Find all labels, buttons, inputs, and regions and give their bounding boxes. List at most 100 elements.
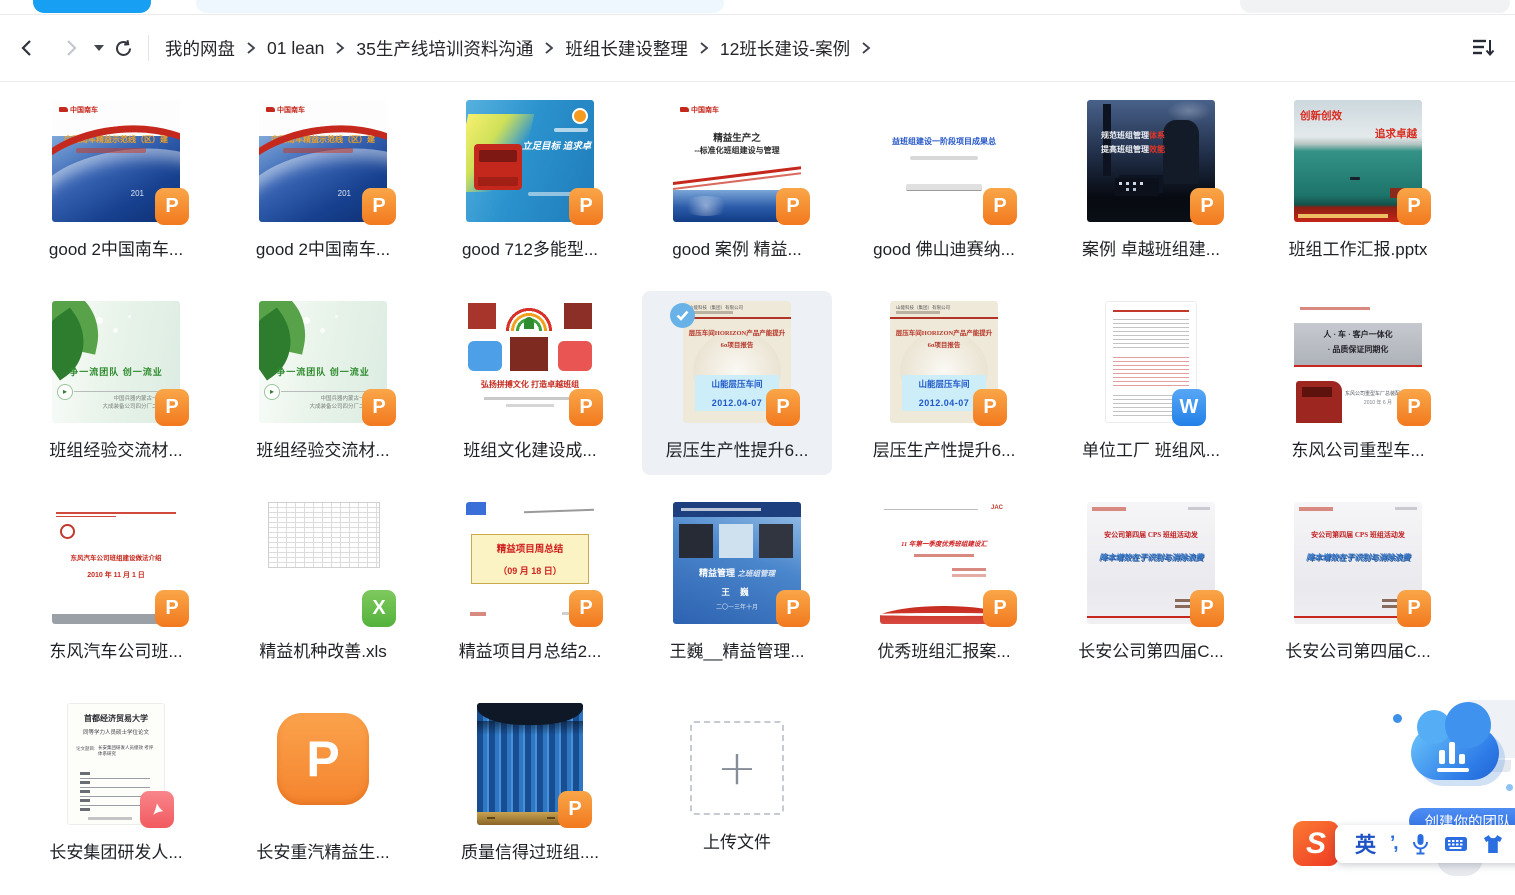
file-name: 班组经验交流材...	[21, 436, 211, 461]
ppt-badge: P	[362, 389, 396, 426]
back-button[interactable]	[14, 33, 40, 63]
breadcrumb-team-building[interactable]: 班组长建设整理	[565, 36, 688, 61]
file-thumbnail: P	[477, 703, 583, 825]
chevron-right-icon	[246, 41, 256, 55]
sort-icon	[1470, 37, 1495, 59]
file-tile[interactable]: 人 · 车 · 客户一体化 · 品质保证同期化 东风公司重型车厂总装配二线 20…	[1263, 291, 1453, 475]
file-thumbnail: 人 · 车 · 客户一体化 · 品质保证同期化 东风公司重型车厂总装配二线 20…	[1294, 301, 1422, 423]
file-name: 王巍__精益管理...	[642, 637, 832, 662]
file-tile[interactable]: 精益项目周总结 （09 月 18 日） P 精益项目月总结2...	[435, 492, 625, 676]
file-tile[interactable]: 弘扬拼搏文化 打造卓越班组 P 班组文化建设成...	[435, 291, 625, 475]
file-thumbnail: 山能科技（集团）有限公司 层压车间HORIZON产品产能提升 6σ项目报告 山能…	[683, 301, 791, 423]
upload-tile[interactable]: + 上传文件	[642, 693, 832, 877]
team-promo-widget[interactable]: 创建你的团队	[1385, 698, 1515, 838]
spreadsheet-thumbnail	[268, 502, 380, 568]
file-tile[interactable]: 创新创效 追求卓越 P 班组工作汇报.pptx	[1263, 90, 1453, 274]
sort-button[interactable]	[1467, 33, 1497, 63]
top-right-bar[interactable]	[1240, 0, 1510, 13]
ppt-badge: P	[973, 389, 1007, 426]
file-tile[interactable]: 中国南车 中国南车精益示范线（区）建 201 P good 2中国南车...	[228, 90, 418, 274]
csr-logo: 中国南车	[680, 105, 719, 115]
file-thumbnail: 争一流团队 创一流业 ▸ 中国兵器内蒙古一机集团 大成装备公司四分厂二作业区 P	[259, 301, 387, 423]
keyboard-icon[interactable]	[1444, 835, 1468, 853]
breadcrumb-training[interactable]: 35生产线培训资料沟通	[356, 36, 533, 61]
file-tile[interactable]: 山能科技（集团）有限公司 层压车间HORIZON产品产能提升 6σ项目报告 山能…	[849, 291, 1039, 475]
file-tile[interactable]: 精益管理 之班组管理 王 巍 二〇一三年十月 P 王巍__精益管理...	[642, 492, 832, 676]
ppt-badge: P	[155, 590, 189, 627]
file-name: 精益机种改善.xls	[228, 637, 418, 662]
file-name: 长安公司第四届C...	[1056, 637, 1246, 662]
ppt-badge: P	[362, 188, 396, 225]
file-thumbnail: 中国南车 中国南车精益示范线（区）建 201 P	[259, 100, 387, 222]
ppt-badge: P	[983, 590, 1017, 627]
top-blue-button[interactable]	[33, 0, 151, 13]
forward-button[interactable]	[58, 33, 84, 63]
ppt-badge: P	[155, 389, 189, 426]
csr-logo: 中国南车	[59, 105, 98, 115]
ppt-file-icon: P	[277, 713, 369, 805]
ppt-badge: P	[1397, 188, 1431, 225]
chevron-right-icon	[544, 41, 554, 55]
file-tile[interactable]: JAC 11 年第一季度优秀班组建设汇 P 优秀班组汇报案...	[849, 492, 1039, 676]
punctuation-icon[interactable]: ’,	[1390, 833, 1397, 855]
breadcrumb-my-drive[interactable]: 我的网盘	[165, 36, 235, 61]
ppt-badge: P	[558, 791, 592, 828]
file-tile[interactable]: P 质量信得过班组....	[435, 693, 625, 877]
file-tile[interactable]: 东风汽车公司班组建设做法介绍 2010 年 11 月 1 日 P 东风汽车公司班…	[21, 492, 211, 676]
refresh-button[interactable]	[110, 33, 136, 63]
file-tile[interactable]: 中国南车 精益生产之 --标准化班组建设与管理 P good 案例 精益...	[642, 90, 832, 274]
top-search-bar[interactable]	[196, 0, 724, 13]
file-tile[interactable]: 争一流团队 创一流业 ▸ 中国兵器内蒙古一机集团 大成装备公司四分厂二作业区 P…	[228, 291, 418, 475]
file-thumbnail: 安公司第四届 CPS 班组活动发 降本增效在于识别与消除浪费 P	[1294, 502, 1422, 624]
file-tile[interactable]: 益班组建设一阶段项目成果总 P good 佛山迪赛纳...	[849, 90, 1039, 274]
file-thumbnail: P	[259, 703, 387, 825]
file-tile[interactable]: 中国南车 中国南车精益示范线（区）建 201 P good 2中国南车...	[21, 90, 211, 274]
file-name: 精益项目月总结2...	[435, 637, 625, 662]
ppt-badge: P	[569, 389, 603, 426]
history-dropdown-caret[interactable]	[94, 45, 104, 51]
file-name: good 2中国南车...	[21, 235, 211, 260]
microphone-icon[interactable]	[1411, 833, 1430, 855]
file-tile[interactable]: P 长安重汽精益生...	[228, 693, 418, 877]
pdf-badge-icon	[148, 801, 166, 819]
promo-dot	[1506, 784, 1513, 791]
file-tile[interactable]: 首都经济贸易大学 同等学力人员硕士学位论文 论文题目: 长安集团研发人员绩效 考…	[21, 693, 211, 877]
ppt-badge: P	[569, 590, 603, 627]
cloud-chart-icon	[1411, 726, 1499, 780]
file-tile-selected[interactable]: 山能科技（集团）有限公司 层压车间HORIZON产品产能提升 6σ项目报告 山能…	[642, 291, 832, 475]
file-name: 长安重汽精益生...	[228, 838, 418, 863]
file-tile[interactable]: W 单位工厂 班组风...	[1056, 291, 1246, 475]
file-tile[interactable]: 安公司第四届 CPS 班组活动发 降本增效在于识别与消除浪费 P 长安公司第四届…	[1263, 492, 1453, 676]
breadcrumb-cases[interactable]: 12班长建设-案例	[720, 36, 850, 61]
file-name: 单位工厂 班组风...	[1056, 436, 1246, 461]
file-name: good 2中国南车...	[228, 235, 418, 260]
selected-check-icon[interactable]	[670, 303, 695, 328]
file-tile[interactable]: 争一流团队 创一流业 ▸ 中国兵器内蒙古一机集团 大成装备公司四分厂二作业区 P…	[21, 291, 211, 475]
pdf-badge	[140, 791, 174, 828]
file-name: 长安公司第四届C...	[1263, 637, 1453, 662]
breadcrumb-01-lean[interactable]: 01 lean	[267, 38, 324, 59]
sogou-logo-icon[interactable]: S	[1293, 821, 1339, 866]
file-tile[interactable]: 规范班组管理体系 提高班组管理效能 P 案例 卓越班组建...	[1056, 90, 1246, 274]
file-name: good 佛山迪赛纳...	[849, 235, 1039, 260]
file-name: 质量信得过班组....	[435, 838, 625, 863]
skin-shirt-icon[interactable]	[1482, 834, 1504, 854]
ime-language-toggle[interactable]: 英	[1355, 829, 1376, 859]
upload-dropzone[interactable]: +	[690, 721, 784, 815]
file-name: 班组文化建设成...	[435, 436, 625, 461]
file-name: 案例 卓越班组建...	[1056, 235, 1246, 260]
file-tile[interactable]: X 精益机种改善.xls	[228, 492, 418, 676]
plus-icon: +	[717, 744, 757, 792]
word-badge: W	[1172, 389, 1206, 426]
top-strip	[0, 0, 1515, 15]
forward-icon	[63, 38, 79, 58]
file-tile[interactable]: 立足目标 追求卓 P good 712多能型...	[435, 90, 625, 274]
file-thumbnail: 弘扬拼搏文化 打造卓越班组 P	[466, 301, 594, 423]
file-thumbnail: 精益管理 之班组管理 王 巍 二〇一三年十月 P	[673, 502, 801, 624]
file-name: 长安集团研发人...	[21, 838, 211, 863]
file-name: good 案例 精益...	[642, 235, 832, 260]
chevron-right-icon	[335, 41, 345, 55]
ppt-badge: P	[569, 188, 603, 225]
file-name: 班组工作汇报.pptx	[1263, 235, 1453, 260]
file-tile[interactable]: 安公司第四届 CPS 班组活动发 降本增效在于识别与消除浪费 P 长安公司第四届…	[1056, 492, 1246, 676]
